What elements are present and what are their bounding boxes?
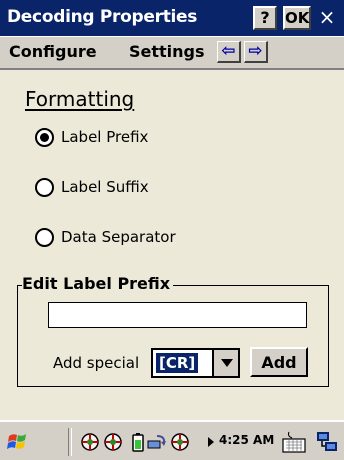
radio-button[interactable]	[35, 228, 54, 247]
ok-button[interactable]: OK	[283, 6, 311, 30]
formatting-heading: Formatting	[25, 87, 135, 111]
menu-bar: Configure Settings ⇦ ⇨	[0, 36, 344, 70]
taskbar: 4:25 AM	[0, 420, 344, 460]
dropdown-selected-value: [CR]	[156, 353, 199, 373]
arrow-left-icon: ⇦	[221, 41, 236, 61]
menu-settings[interactable]: Settings	[129, 42, 205, 61]
arrow-right-icon: ⇨	[248, 41, 263, 61]
close-button[interactable]: ×	[314, 6, 340, 30]
start-flag-icon[interactable]	[6, 430, 32, 454]
radio-button-checked[interactable]	[35, 128, 54, 147]
tray-expand-arrow-icon[interactable]	[208, 437, 214, 447]
prev-arrow-button[interactable]: ⇦	[217, 41, 241, 63]
help-button[interactable]: ?	[253, 6, 277, 30]
dropdown-button[interactable]	[212, 350, 238, 376]
sync-icon[interactable]	[147, 432, 167, 452]
network-icon[interactable]	[316, 430, 340, 454]
ball-icon[interactable]	[170, 432, 190, 452]
taskbar-separator	[68, 428, 72, 456]
add-special-label: Add special	[53, 354, 140, 372]
ball-icon[interactable]	[80, 432, 100, 452]
title-bar: Decoding Properties ? OK ×	[0, 0, 344, 36]
prefix-input[interactable]	[48, 302, 307, 328]
window-title: Decoding Properties	[7, 7, 198, 27]
next-arrow-button[interactable]: ⇨	[244, 41, 268, 63]
add-button[interactable]: Add	[250, 347, 308, 377]
radio-button[interactable]	[35, 178, 54, 197]
chevron-down-icon	[221, 359, 233, 367]
special-char-dropdown[interactable]: [CR]	[151, 348, 240, 378]
battery-icon[interactable]	[128, 432, 148, 452]
radio-label: Label Suffix	[61, 178, 149, 196]
radio-label: Label Prefix	[61, 128, 149, 146]
keyboard-icon[interactable]	[282, 430, 306, 454]
clock[interactable]: 4:25 AM	[219, 433, 274, 447]
group-legend: Edit Label Prefix	[22, 274, 174, 293]
radio-label: Data Separator	[61, 228, 176, 246]
menu-configure[interactable]: Configure	[9, 42, 97, 61]
ball-icon[interactable]	[103, 432, 123, 452]
